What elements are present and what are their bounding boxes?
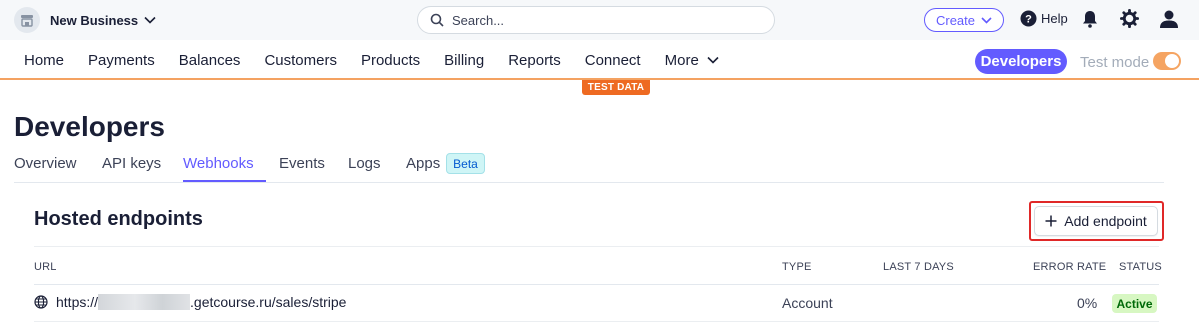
account-name: New Business [50,12,139,28]
nav-item-more[interactable]: More [653,52,731,69]
divider [34,246,1159,247]
tab-webhooks[interactable]: Webhooks [183,155,254,172]
help-icon: ? [1020,10,1037,27]
add-endpoint-label: Add endpoint [1064,213,1147,229]
tab-events[interactable]: Events [279,155,325,172]
test-mode-toggle[interactable] [1153,52,1181,70]
nav-item-customers[interactable]: Customers [252,52,349,69]
nav-item-connect[interactable]: Connect [573,52,653,69]
divider [34,321,1159,322]
create-label: Create [935,12,976,28]
nav-item-billing[interactable]: Billing [432,52,496,69]
search-placeholder: Search... [452,12,505,28]
search-input[interactable]: Search... [417,6,775,34]
column-header-status: STATUS [1119,261,1162,273]
nav-more-label: More [664,51,699,69]
search-icon [430,13,444,27]
developer-tabs: Overview API keys Webhooks Events Logs A… [14,150,1164,183]
tab-api-keys[interactable]: API keys [102,155,161,172]
toggle-knob [1165,54,1179,68]
column-header-error-rate: ERROR RATE [1033,261,1107,273]
add-endpoint-button[interactable]: Add endpoint [1034,206,1158,236]
nav-item-balances[interactable]: Balances [167,52,253,69]
tab-overview[interactable]: Overview [14,155,77,172]
bell-icon[interactable] [1082,10,1098,33]
test-data-banner: TEST DATA [582,80,650,95]
user-icon[interactable] [1159,9,1179,34]
chevron-down-icon [981,16,992,24]
status-badge: Active [1112,294,1157,313]
chevron-down-icon [144,16,156,24]
endpoint-url-suffix: .getcourse.ru/sales/stripe [190,294,347,310]
top-bar: New Business Search... Create ? Help [0,0,1199,40]
endpoint-error-rate: 0% [1077,295,1098,311]
column-header-url: URL [34,261,57,273]
help-button[interactable]: ? Help [1020,10,1068,27]
beta-badge: Beta [446,153,485,174]
account-switcher[interactable]: New Business [14,7,156,33]
nav-item-products[interactable]: Products [349,52,432,69]
svg-text:?: ? [1025,14,1032,26]
nav-item-payments[interactable]: Payments [76,52,167,69]
redacted-text [98,294,191,310]
plus-icon [1045,215,1057,227]
globe-icon [34,295,48,309]
column-header-last-7-days: LAST 7 DAYS [883,261,954,273]
table-row[interactable]: https:// .getcourse.ru/sales/stripe [34,294,346,310]
nav-item-home[interactable]: Home [12,52,76,69]
page-title: Developers [14,111,165,142]
developers-button[interactable]: Developers [975,49,1067,74]
gear-icon[interactable] [1120,9,1139,33]
endpoint-type: Account [782,295,833,311]
section-title: Hosted endpoints [34,208,203,230]
store-icon [14,7,40,33]
nav-item-reports[interactable]: Reports [496,52,573,69]
column-header-type: TYPE [782,261,812,273]
divider [34,284,1159,285]
help-label: Help [1041,11,1068,26]
tab-apps[interactable]: Apps [406,155,440,172]
active-tab-indicator [183,180,266,182]
endpoint-url-prefix: https:// [56,294,99,310]
tab-logs[interactable]: Logs [348,155,381,172]
test-mode-label: Test mode [1080,54,1150,71]
chevron-down-icon [707,56,719,64]
create-button[interactable]: Create [924,8,1004,32]
